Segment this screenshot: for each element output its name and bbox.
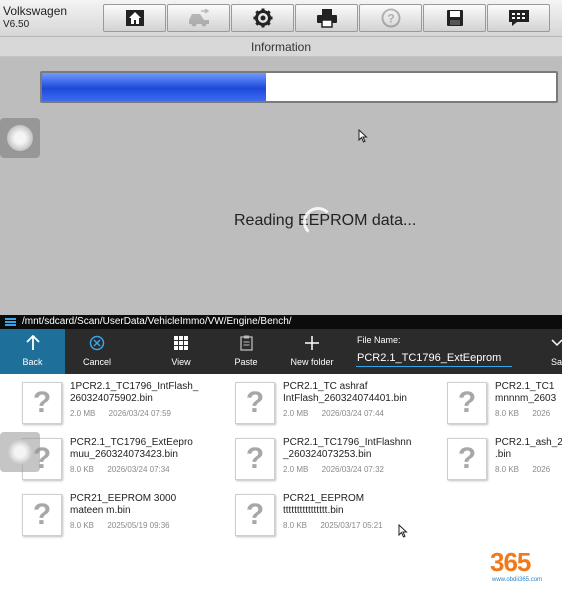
unknown-file-icon: ?: [22, 382, 62, 424]
file-item[interactable]: ? PCR2.1_TC1796_IntFlashnn _260324073253…: [213, 432, 411, 488]
unknown-file-icon: ?: [235, 494, 275, 536]
save-file-button[interactable]: Sa: [542, 329, 562, 374]
progress-bar: [40, 71, 558, 103]
cancel-icon: [89, 335, 105, 351]
file-grid: ? 1PCR2.1_TC1796_IntFlash_ 260324075902.…: [0, 374, 562, 600]
file-name-label: File Name:: [357, 335, 401, 345]
file-name: PCR2.1_TC1 mnnnm_2603: [495, 381, 557, 404]
file-item[interactable]: ? PCR21_EEPROM 3000 mateen m.bin 8.0 KB …: [0, 488, 176, 544]
view-label: View: [171, 357, 191, 367]
file-meta: 2.0 MB 2026/03/24 07:59: [70, 409, 171, 418]
file-meta: 8.0 KB 2026/03/24 07:34: [70, 465, 170, 474]
new-folder-button[interactable]: New folder: [280, 329, 344, 374]
watermark-logo: 365 www.obdii365.com: [486, 547, 548, 587]
floating-assistive-button-lower[interactable]: [0, 432, 40, 472]
floating-assistive-button[interactable]: [0, 118, 40, 158]
progress-fill: [42, 73, 266, 101]
file-item[interactable]: ? PCR2.1_TC1 mnnnm_2603 8.0 KB 2026: [425, 376, 556, 432]
unknown-file-icon: ?: [447, 382, 487, 424]
app-version: V6.50: [3, 19, 30, 30]
arrow-up-icon: [25, 335, 40, 350]
watermark-url: www.obdii365.com: [492, 577, 543, 583]
loading-spinner-icon: [303, 207, 333, 237]
file-chooser-toolbar: Back Cancel View Paste New folder File N…: [0, 329, 562, 374]
file-name: PCR2.1_ash_2 .bin: [495, 437, 562, 460]
chevron-down-icon: [551, 339, 562, 347]
plus-icon: [305, 336, 319, 350]
unknown-file-icon: ?: [22, 494, 62, 536]
brand: Volkswagen V6.50: [3, 5, 67, 31]
file-item[interactable]: ? PCR2.1_ash_2 .bin 8.0 KB 2026: [425, 432, 562, 488]
file-name: PCR21_EEPROM tttttttttttttttt.bin: [283, 493, 365, 516]
save-button[interactable]: [423, 4, 486, 32]
toolbar-buttons: ?: [103, 4, 551, 32]
file-name: PCR21_EEPROM 3000 mateen m.bin: [70, 493, 177, 516]
title-bar: Information: [0, 37, 562, 57]
paste-icon: [239, 335, 253, 351]
settings-gear-icon: [253, 8, 272, 28]
mouse-cursor-icon: [398, 524, 408, 538]
save-label: Sa: [551, 357, 562, 367]
app-toolbar: Volkswagen V6.50 ?: [0, 0, 562, 37]
file-name: PCR2.1_TC ashraf IntFlash_260324074401.b…: [283, 381, 407, 404]
print-button[interactable]: [295, 4, 358, 32]
back-label: Back: [22, 357, 43, 367]
save-disk-icon: [446, 10, 463, 26]
page-title: Information: [250, 40, 312, 54]
file-meta: 8.0 KB 2026: [495, 409, 551, 418]
assistive-dot-icon: [7, 125, 33, 151]
file-name: PCR2.1_TC1796_IntFlashnn _260324073253.b…: [283, 437, 412, 460]
menu-icon[interactable]: [5, 318, 16, 326]
watermark-number: 365: [490, 547, 531, 577]
reading-panel: Reading EEPROM data...: [0, 57, 562, 315]
unknown-file-icon: ?: [235, 438, 275, 480]
help-button[interactable]: ?: [359, 4, 422, 32]
file-meta: 8.0 KB 2026: [495, 465, 551, 474]
home-button[interactable]: [103, 4, 166, 32]
file-item[interactable]: ? PCR2.1_TC ashraf IntFlash_260324074401…: [213, 376, 407, 432]
grid-view-icon: [174, 336, 188, 350]
message-icon: [508, 10, 529, 26]
file-meta: 2.0 MB 2026/03/24 07:32: [283, 465, 384, 474]
unknown-file-icon: ?: [235, 382, 275, 424]
path-bar: /mnt/sdcard/Scan/UserData/VehicleImmo/VW…: [0, 315, 562, 329]
paste-button[interactable]: Paste: [214, 329, 278, 374]
file-meta: 8.0 KB 2025/05/19 09:36: [70, 521, 170, 530]
file-name: PCR2.1_TC1796_ExtEepro muu_260324073423.…: [70, 437, 193, 460]
new-folder-label: New folder: [290, 357, 334, 367]
file-name-input[interactable]: PCR2.1_TC1796_ExtEeprom: [356, 349, 512, 367]
svg-text:?: ?: [387, 12, 394, 26]
back-button[interactable]: Back: [0, 329, 65, 374]
current-path: /mnt/sdcard/Scan/UserData/VehicleImmo/VW…: [22, 316, 292, 327]
vehicle-swap-button[interactable]: [167, 4, 230, 32]
file-meta: 8.0 KB 2025/03/17 05:21: [283, 521, 383, 530]
vehicle-swap-icon: [188, 9, 209, 27]
home-icon: [125, 10, 144, 26]
file-meta: 2.0 MB 2026/03/24 07:44: [283, 409, 384, 418]
file-item[interactable]: ? 1PCR2.1_TC1796_IntFlash_ 260324075902.…: [0, 376, 198, 432]
settings-button[interactable]: [231, 4, 294, 32]
file-name: 1PCR2.1_TC1796_IntFlash_ 260324075902.bi…: [70, 381, 199, 404]
cancel-button[interactable]: Cancel: [65, 329, 129, 374]
assistive-dot-icon: [7, 439, 33, 465]
cancel-label: Cancel: [82, 357, 111, 367]
paste-label: Paste: [234, 357, 258, 367]
unknown-file-icon: ?: [447, 438, 487, 480]
mouse-cursor-icon: [358, 129, 368, 143]
brand-name: Volkswagen: [3, 4, 68, 18]
message-button[interactable]: [487, 4, 550, 32]
file-item[interactable]: ? PCR21_EEPROM tttttttttttttttt.bin 8.0 …: [213, 488, 383, 544]
view-button[interactable]: View: [149, 329, 213, 374]
print-icon: [316, 9, 337, 28]
help-icon: ?: [381, 8, 400, 28]
